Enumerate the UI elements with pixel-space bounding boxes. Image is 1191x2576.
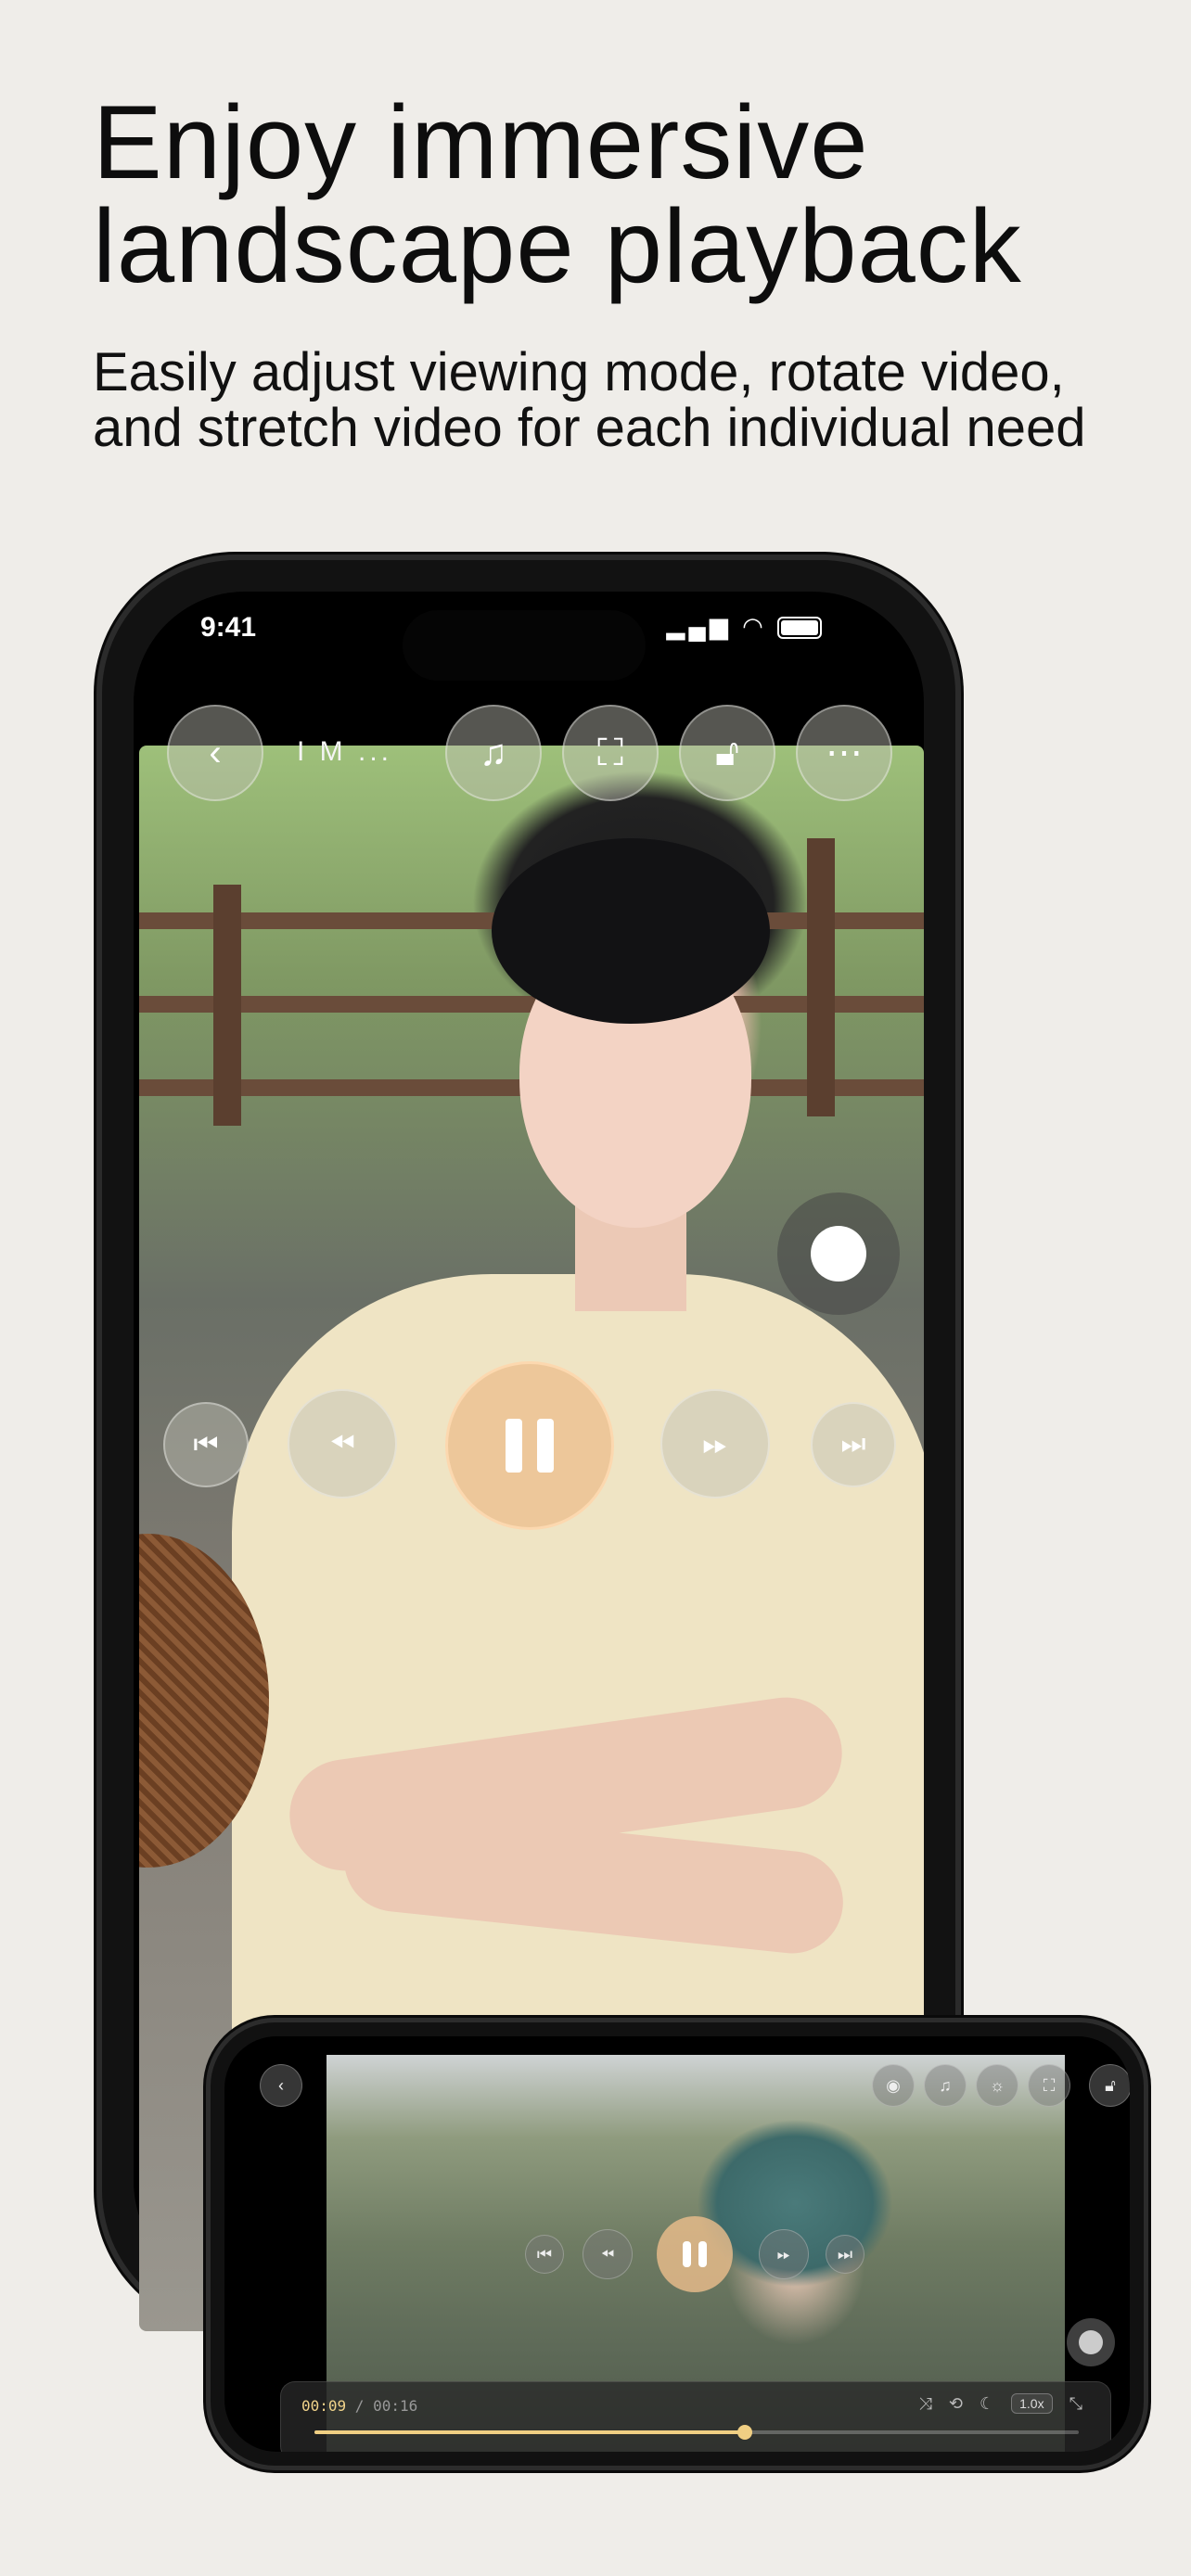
headline: Enjoy immersive landscape playback: [93, 84, 1022, 304]
landscape-assistive-touch-button[interactable]: [1067, 2318, 1115, 2366]
music-button[interactable]: ♫: [445, 705, 542, 801]
playback-options: ⤨ ⟲ ☾ 1.0x ⤡: [918, 2393, 1082, 2414]
landscape-next-button[interactable]: ⏭︎: [826, 2235, 864, 2274]
chevron-left-icon: ‹: [278, 2075, 284, 2095]
duration: 00:16: [373, 2397, 418, 2415]
more-button[interactable]: ⋯: [796, 705, 892, 801]
unlock-icon: 🔓︎: [715, 733, 739, 773]
landscape-fast-forward-button[interactable]: ⏩︎: [759, 2229, 809, 2279]
landscape-rewind-button[interactable]: ⏪︎: [583, 2229, 633, 2279]
fast-forward-button[interactable]: ⏩︎: [660, 1389, 770, 1498]
previous-button[interactable]: ⏮︎: [163, 1402, 249, 1487]
landscape-music-button[interactable]: ♫: [924, 2064, 967, 2107]
dynamic-island: [403, 610, 646, 681]
screenshot-button[interactable]: ◉: [872, 2064, 915, 2107]
status-time: 9:41: [200, 612, 257, 643]
landscape-aspect-button[interactable]: ⛶: [1028, 2064, 1070, 2107]
unlock-icon: 🔓︎: [1105, 2075, 1116, 2095]
fast-forward-icon: ⏩︎: [702, 1426, 728, 1461]
progress-thumb[interactable]: [736, 2425, 752, 2440]
landscape-back-button[interactable]: ‹: [260, 2064, 302, 2107]
lock-button[interactable]: 🔓︎: [679, 705, 775, 801]
progress-track[interactable]: [314, 2425, 1079, 2440]
skip-previous-icon: ⏮︎: [536, 2244, 553, 2264]
current-time: 00:09: [301, 2397, 347, 2415]
brightness-button[interactable]: ☼: [976, 2064, 1018, 2107]
landscape-lock-button[interactable]: 🔓︎: [1089, 2064, 1130, 2107]
time-readout: 00:09 / 00:16: [301, 2397, 417, 2415]
pause-icon: [506, 1419, 554, 1473]
rewind-icon: ⏪︎: [600, 2244, 615, 2264]
landscape-previous-button[interactable]: ⏮︎: [525, 2235, 564, 2274]
video-title: I M ...: [297, 736, 392, 767]
skip-next-icon: ⏭︎: [837, 2244, 853, 2264]
rewind-icon: ⏪︎: [329, 1426, 355, 1461]
skip-next-icon: ⏭︎: [840, 1429, 866, 1460]
repeat-icon[interactable]: ⟲: [949, 2394, 963, 2414]
status-bar: 9:41 ▂▄▆ ◠: [96, 555, 887, 681]
music-note-icon: ♫: [480, 733, 507, 773]
time-separator: /: [346, 2397, 374, 2415]
brightness-icon: ☼: [989, 2075, 1005, 2095]
landscape-screen: ‹ ◉ ♫ ☼ ⛶ 🔓︎ ⏮︎ ⏪︎ ⏩︎ ⏭︎ 00:09 / 00:16 ⤨…: [224, 2036, 1130, 2452]
assistive-touch-button[interactable]: [777, 1192, 900, 1315]
pause-button[interactable]: [445, 1361, 614, 1530]
aspect-ratio-icon: ⛶: [1043, 2075, 1056, 2095]
collapse-icon[interactable]: ⤡: [1069, 2394, 1082, 2414]
battery-icon: [777, 617, 822, 640]
progress-fill: [314, 2430, 745, 2434]
system-icons: ▂▄▆ ◠: [666, 612, 822, 641]
landscape-pause-button[interactable]: [657, 2216, 733, 2292]
aspect-ratio-button[interactable]: ⛶: [562, 705, 659, 801]
signal-icon: ▂▄▆: [666, 612, 732, 640]
camera-icon: ◉: [886, 2075, 901, 2095]
chevron-left-icon: ‹: [209, 733, 222, 773]
aspect-ratio-icon: ⛶: [597, 733, 623, 773]
next-button[interactable]: ⏭︎: [811, 1402, 896, 1487]
rewind-button[interactable]: ⏪︎: [288, 1389, 397, 1498]
speed-button[interactable]: 1.0x: [1011, 2393, 1053, 2414]
more-icon: ⋯: [826, 733, 863, 773]
pause-icon: [683, 2241, 707, 2267]
sleep-timer-icon[interactable]: ☾: [980, 2394, 994, 2414]
subheadline: Easily adjust viewing mode, rotate video…: [93, 342, 1086, 458]
wifi-icon: ◠: [742, 612, 767, 640]
landscape-phone: ‹ ◉ ♫ ☼ ⛶ 🔓︎ ⏮︎ ⏪︎ ⏩︎ ⏭︎ 00:09 / 00:16 ⤨…: [206, 2018, 1148, 2470]
music-note-icon: ♫: [939, 2075, 952, 2095]
skip-previous-icon: ⏮︎: [193, 1429, 219, 1460]
shuffle-icon[interactable]: ⤨: [918, 2394, 931, 2414]
fast-forward-icon: ⏩︎: [776, 2244, 791, 2264]
playback-control-bar: 00:09 / 00:16 ⤨ ⟲ ☾ 1.0x ⤡: [280, 2381, 1111, 2452]
back-button[interactable]: ‹: [167, 705, 263, 801]
